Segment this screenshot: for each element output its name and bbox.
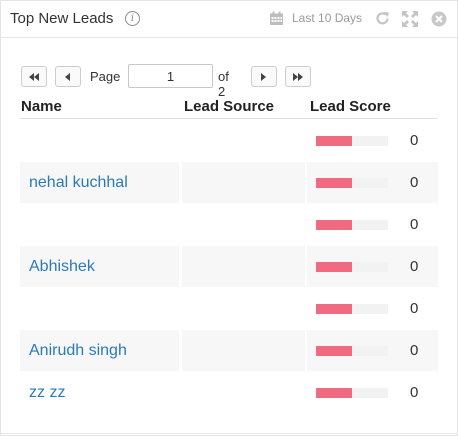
- score-bar-fill: [316, 304, 352, 314]
- lead-name-link[interactable]: nehal kuchhal: [29, 174, 128, 192]
- date-range-label[interactable]: Last 10 Days: [292, 11, 362, 25]
- table-row: 0: [20, 204, 438, 245]
- cell-lead-score: 0: [307, 372, 438, 413]
- expand-icon[interactable]: [402, 11, 418, 32]
- score-bar: [316, 178, 388, 188]
- page-label: Page: [90, 69, 121, 84]
- table-row: nehal kuchhal 0: [20, 162, 438, 203]
- cell-lead-score: 0: [307, 330, 438, 371]
- lead-score-value: 0: [410, 216, 419, 233]
- column-header-lead-source[interactable]: Lead Source: [184, 98, 274, 115]
- table-row: 0: [20, 120, 438, 161]
- widget-title: Top New Leads: [10, 10, 114, 27]
- lead-name-link[interactable]: Abhishek: [29, 258, 95, 276]
- cell-lead-score: 0: [307, 120, 438, 161]
- score-bar-fill: [316, 346, 352, 356]
- score-bar-fill: [316, 178, 352, 188]
- cell-lead-source: [182, 120, 305, 161]
- score-bar: [316, 346, 388, 356]
- cell-lead-score: 0: [307, 162, 438, 203]
- top-new-leads-widget: Top New Leads i Last 10 Days Page 1 of 2…: [0, 0, 458, 436]
- table-row: Abhishek 0: [20, 246, 438, 287]
- cell-lead-source: [182, 288, 305, 329]
- score-bar-fill: [316, 388, 352, 398]
- lead-score-value: 0: [410, 258, 419, 275]
- cell-name: [20, 204, 179, 245]
- page-number-input[interactable]: [128, 64, 213, 88]
- table-row: 0: [20, 288, 438, 329]
- close-icon[interactable]: [431, 11, 447, 32]
- score-bar-fill: [316, 262, 352, 272]
- score-bar-fill: [316, 136, 352, 146]
- cell-lead-score: 0: [307, 204, 438, 245]
- score-bar-fill: [316, 220, 352, 230]
- first-page-icon: [29, 72, 39, 81]
- last-page-icon: [293, 72, 303, 81]
- column-header-lead-score[interactable]: Lead Score: [310, 98, 391, 115]
- cell-lead-score: 0: [307, 246, 438, 287]
- lead-score-value: 0: [410, 132, 419, 149]
- score-bar: [316, 262, 388, 272]
- lead-name-link[interactable]: Anirudh singh: [29, 342, 127, 360]
- prev-page-icon: [65, 72, 70, 81]
- refresh-icon[interactable]: [374, 10, 391, 32]
- next-page-button[interactable]: [251, 66, 277, 87]
- score-bar: [316, 220, 388, 230]
- score-bar: [316, 136, 388, 146]
- lead-score-value: 0: [410, 342, 419, 359]
- cell-name: Anirudh singh: [20, 330, 179, 371]
- lead-name-link[interactable]: zz zz: [29, 384, 65, 402]
- cell-lead-source: [182, 204, 305, 245]
- bottom-divider: [1, 433, 457, 434]
- header-divider: [20, 118, 438, 119]
- cell-name: nehal kuchhal: [20, 162, 179, 203]
- score-bar: [316, 388, 388, 398]
- cell-name: [20, 288, 179, 329]
- prev-page-button[interactable]: [55, 66, 81, 87]
- lead-score-value: 0: [410, 384, 419, 401]
- next-page-icon: [261, 72, 266, 81]
- cell-name: zz zz: [20, 372, 179, 413]
- cell-lead-score: 0: [307, 288, 438, 329]
- table-row: Anirudh singh 0: [20, 330, 438, 371]
- cell-lead-source: [182, 372, 305, 413]
- calendar-icon[interactable]: [269, 11, 284, 31]
- widget-header: Top New Leads i Last 10 Days: [1, 1, 457, 38]
- info-icon[interactable]: i: [125, 11, 140, 26]
- last-page-button[interactable]: [285, 66, 311, 87]
- page-count-label: of 2: [218, 69, 229, 99]
- cell-lead-source: [182, 162, 305, 203]
- first-page-button[interactable]: [21, 66, 47, 87]
- table-row: zz zz 0: [20, 372, 438, 413]
- lead-score-value: 0: [410, 300, 419, 317]
- score-bar: [316, 304, 388, 314]
- column-header-name[interactable]: Name: [21, 98, 62, 115]
- cell-lead-source: [182, 330, 305, 371]
- cell-lead-source: [182, 246, 305, 287]
- cell-name: Abhishek: [20, 246, 179, 287]
- lead-score-value: 0: [410, 174, 419, 191]
- cell-name: [20, 120, 179, 161]
